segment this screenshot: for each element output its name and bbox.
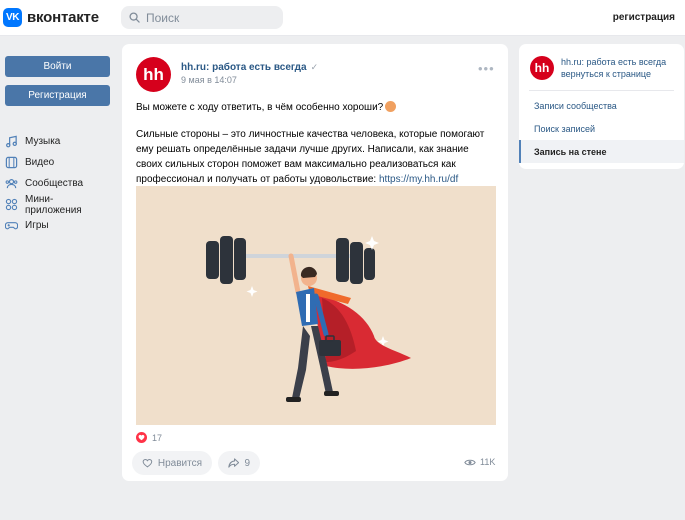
author-name: hh.ru: работа есть всегда: [181, 62, 307, 73]
menu-item-label: Видео: [25, 157, 55, 168]
video-icon: [5, 156, 18, 169]
menu-item-label: Игры: [25, 220, 49, 231]
left-menu: Музыка Видео Сообщества Мини-приложения …: [5, 131, 110, 236]
search-icon: [129, 12, 140, 23]
register-link[interactable]: регистрация: [613, 12, 675, 23]
music-icon: [6, 135, 17, 148]
weightlifter-illustration: [206, 236, 411, 402]
share-button[interactable]: 9: [218, 451, 260, 475]
back-to-page-link[interactable]: hh hh.ru: работа есть всегда вернуться к…: [530, 56, 671, 80]
vk-logo-text: вконтакте: [27, 9, 99, 26]
left-sidebar: Войти Регистрация Музыка Видео Сообществ…: [5, 56, 110, 236]
communities-icon: [5, 178, 18, 189]
top-header: VK вконтакте регистрация: [0, 0, 685, 36]
post-link[interactable]: https://my.hh.ru/df: [379, 174, 458, 185]
menu-item-label: Мини-приложения: [24, 193, 82, 216]
community-back-text: hh.ru: работа есть всегда вернуться к ст…: [561, 57, 667, 79]
community-avatar: hh: [530, 56, 554, 80]
search-box[interactable]: [121, 6, 283, 29]
search-posts-link[interactable]: Поиск записей: [519, 117, 684, 140]
heart-reaction-icon: [136, 432, 147, 443]
share-count: 9: [244, 457, 250, 469]
register-button[interactable]: Регистрация: [5, 85, 110, 106]
more-options-icon[interactable]: •••: [478, 62, 495, 75]
games-icon: [5, 222, 18, 230]
menu-item-apps[interactable]: Мини-приложения: [5, 193, 110, 216]
menu-item-label: Сообщества: [25, 178, 84, 189]
wall-post: hh hh.ru: работа есть всегда ✓ 9 мая в 1…: [122, 44, 508, 481]
menu-item-label: Музыка: [25, 136, 61, 147]
reactions-row[interactable]: 17: [136, 432, 162, 443]
apps-icon: [5, 198, 18, 211]
emoji-icon: [385, 101, 397, 112]
post-author[interactable]: hh.ru: работа есть всегда ✓: [181, 62, 318, 73]
reactions-count: 17: [152, 432, 163, 443]
menu-item-games[interactable]: Игры: [5, 215, 110, 236]
heart-outline-icon: [142, 458, 153, 468]
vk-logo-icon: VK: [3, 8, 22, 27]
like-label: Нравится: [157, 457, 202, 469]
menu-item-music[interactable]: Музыка: [5, 131, 110, 152]
login-button[interactable]: Войти: [5, 56, 110, 77]
post-date[interactable]: 9 мая в 14:07: [181, 75, 237, 85]
post-text: Вы можете с ходу ответить, в чём особенн…: [136, 100, 496, 199]
community-posts-link[interactable]: Записи сообщества: [519, 94, 684, 117]
menu-item-video[interactable]: Видео: [5, 152, 110, 173]
wall-post-link[interactable]: Запись на стене: [519, 140, 684, 163]
like-button[interactable]: Нравится: [132, 451, 212, 475]
share-icon: [228, 458, 240, 468]
menu-item-communities[interactable]: Сообщества: [5, 173, 110, 194]
verified-icon: ✓: [310, 62, 319, 72]
views-count: 11K: [480, 457, 496, 467]
post-question: Вы можете с ходу ответить, в чём особенн…: [136, 102, 384, 113]
post-image[interactable]: [136, 186, 496, 425]
author-avatar[interactable]: hh: [136, 57, 171, 92]
vk-logo[interactable]: VK вконтакте: [3, 8, 99, 27]
search-input[interactable]: [146, 10, 276, 25]
divider: [529, 90, 674, 91]
views-counter: 11K: [464, 457, 495, 467]
eye-icon: [464, 459, 476, 465]
right-panel: hh hh.ru: работа есть всегда вернуться к…: [519, 44, 684, 169]
